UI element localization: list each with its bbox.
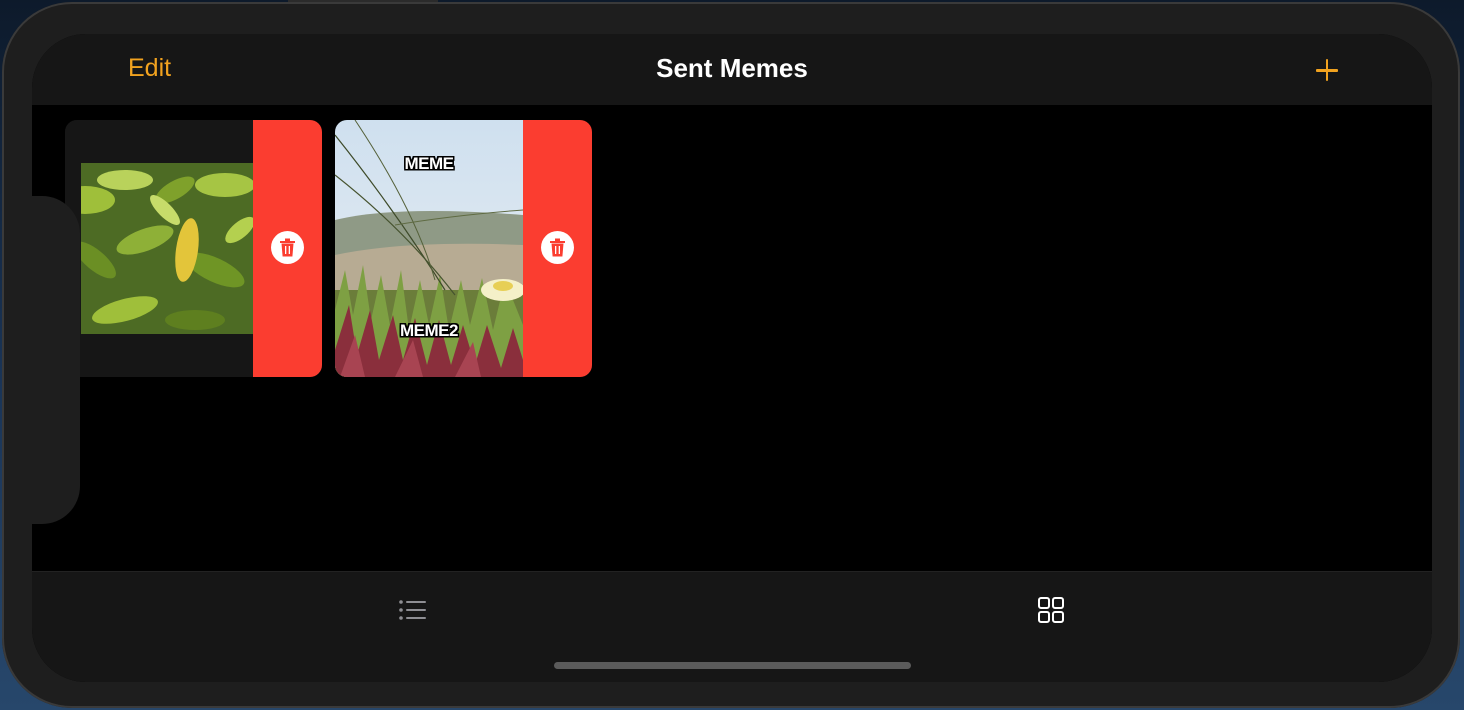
delete-action[interactable]	[253, 120, 322, 377]
page-title: Sent Memes	[656, 53, 808, 83]
meme-thumbnail	[65, 120, 253, 377]
trash-icon	[550, 238, 565, 257]
tab-bar	[32, 571, 1432, 682]
meme-top-text: MEME	[404, 154, 455, 173]
delete-button[interactable]	[541, 231, 574, 264]
list-icon[interactable]	[398, 598, 428, 622]
device-frame: Edit Sent Memes MEME MEME2	[2, 2, 1460, 708]
meme-bottom-text: MEME2	[400, 321, 458, 340]
navigation-bar: Edit Sent Memes	[32, 34, 1432, 105]
trash-icon	[280, 238, 295, 257]
app-screen: Edit Sent Memes MEME MEME2	[32, 34, 1432, 682]
delete-action[interactable]	[523, 120, 592, 377]
meme-cell[interactable]: MEME MEME2	[335, 120, 592, 377]
plus-icon[interactable]	[1312, 55, 1342, 85]
home-indicator[interactable]	[554, 662, 911, 669]
leaves-photo	[65, 120, 253, 377]
delete-button[interactable]	[271, 231, 304, 264]
meme-thumbnail: MEME MEME2	[335, 120, 523, 377]
grid-icon[interactable]	[1037, 596, 1065, 624]
device-notch	[32, 196, 80, 524]
meme-cell[interactable]	[65, 120, 322, 377]
